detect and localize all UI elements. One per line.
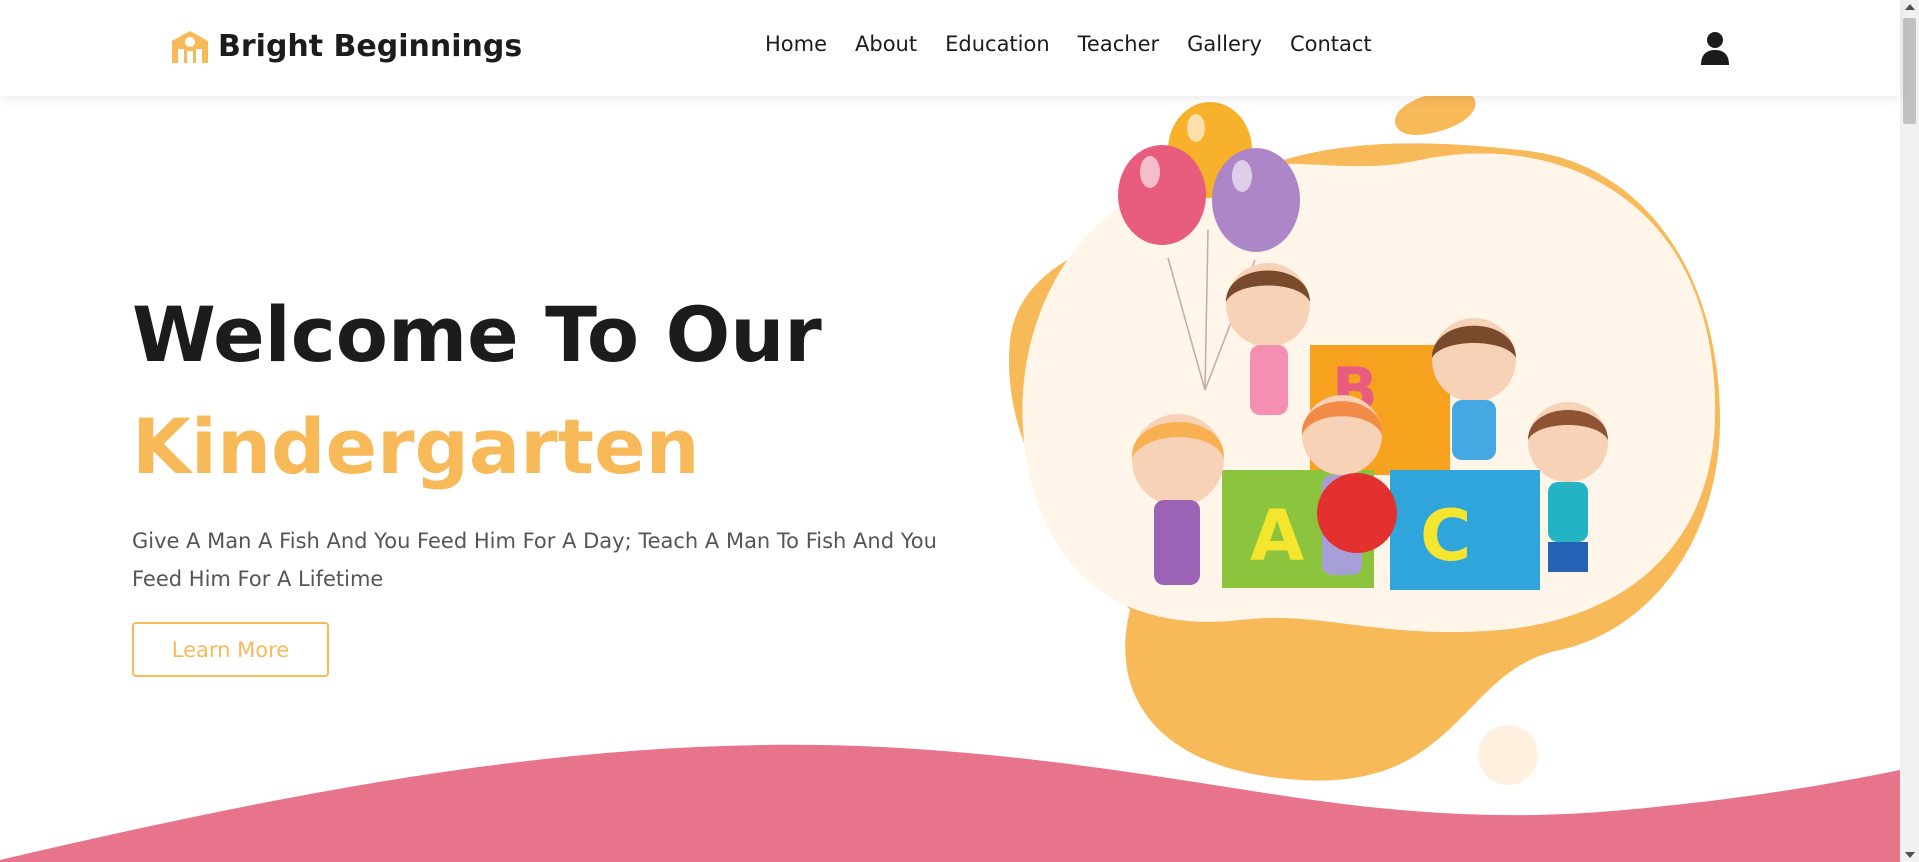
- school-icon: [172, 31, 208, 63]
- hero-description: Give A Man A Fish And You Feed Him For A…: [132, 529, 937, 591]
- balloon-purple: [1212, 148, 1300, 252]
- block-letter-c: C: [1420, 495, 1471, 577]
- block-letter-a: A: [1250, 495, 1304, 577]
- scrollbar-thumb[interactable]: [1903, 18, 1916, 124]
- nav-about[interactable]: About: [855, 32, 917, 56]
- red-ball: [1317, 473, 1397, 553]
- brand-name: Bright Beginnings: [218, 28, 523, 64]
- page-scrollbar[interactable]: [1900, 0, 1919, 862]
- learn-more-button[interactable]: Learn More: [132, 622, 329, 677]
- hero-accent-title: Kindergarten: [132, 402, 700, 491]
- nav-home[interactable]: Home: [765, 32, 827, 56]
- scroll-down-arrow-icon[interactable]: [1905, 852, 1915, 858]
- site-header: Bright Beginnings Home About Education T…: [0, 0, 1900, 96]
- balloon-pink: [1118, 145, 1206, 245]
- nav-contact[interactable]: Contact: [1290, 32, 1372, 56]
- nav-gallery[interactable]: Gallery: [1187, 32, 1262, 56]
- scroll-up-arrow-icon[interactable]: [1905, 4, 1915, 10]
- user-icon[interactable]: [1700, 31, 1730, 65]
- hero-illustration: B A C: [1009, 91, 1720, 785]
- nav-education[interactable]: Education: [945, 32, 1050, 56]
- brand-logo[interactable]: Bright Beginnings: [168, 27, 522, 65]
- nav-teacher[interactable]: Teacher: [1078, 32, 1159, 56]
- bottom-wave: [0, 744, 1900, 862]
- small-orange-blob: [1395, 91, 1476, 135]
- hero-title: Welcome To Our: [132, 290, 822, 379]
- main-nav: Home About Education Teacher Gallery Con…: [765, 32, 1400, 56]
